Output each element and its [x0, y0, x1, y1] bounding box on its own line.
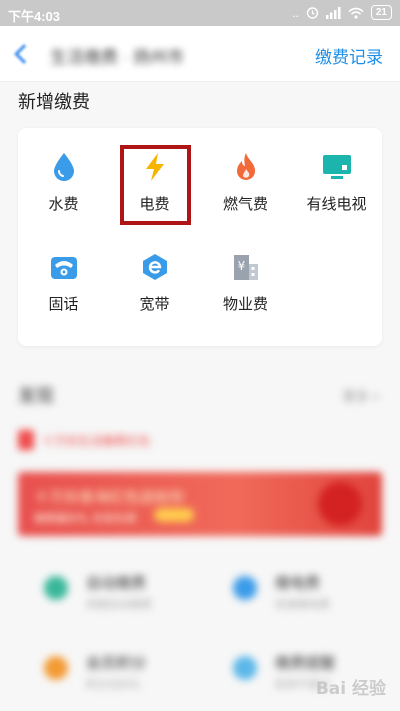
notification-dots: ..: [292, 5, 299, 20]
city-selector[interactable]: 生活缴费 · 扬州市: [50, 43, 184, 68]
landline-item[interactable]: 固话: [18, 252, 109, 314]
banner-subtitle: 缴费赢好礼 先到先得: [34, 513, 137, 525]
service-subtitle: 到期自动缴费: [86, 599, 152, 611]
gas-fee-item[interactable]: 燃气费: [200, 152, 291, 214]
cable-tv-item[interactable]: 有线电视: [291, 152, 382, 214]
service-subtitle: 快速缴电费: [275, 599, 330, 611]
water-drop-icon: [49, 152, 79, 182]
service-icon: [44, 576, 68, 600]
status-icons: .. 21: [292, 5, 392, 20]
blurred-discover-section: 发现 更多 > 十万份生活缴费红包 十万份查询红包送给你 缴费赢好礼 先到先得 …: [0, 360, 400, 711]
broadband-item[interactable]: 宽带: [109, 252, 200, 314]
more-link[interactable]: 更多 >: [343, 386, 380, 405]
signal-icon: [325, 6, 341, 19]
water-fee-item[interactable]: 水费: [18, 152, 109, 214]
service-icon: [233, 656, 257, 680]
item-label: 燃气费: [222, 196, 268, 213]
svg-text:¥: ¥: [237, 259, 245, 273]
baidu-jingyan-watermark: Bai 经验: [315, 679, 386, 699]
back-arrow-icon[interactable]: [14, 43, 26, 63]
item-label: 水费: [48, 196, 79, 213]
discover-title: 发现: [18, 386, 54, 406]
flame-icon: [231, 152, 261, 182]
service-card[interactable]: 缴电费 快速缴电费: [207, 560, 382, 620]
service-name: 缴费提醒: [275, 655, 336, 672]
highlight-frame: [120, 145, 191, 225]
page-header: 生活缴费 · 扬州市 缴费记录: [0, 26, 400, 82]
banner-title: 十万份查询红包送给你: [34, 489, 185, 506]
promo-banner[interactable]: 十万份查询红包送给你 缴费赢好礼 先到先得: [18, 472, 382, 536]
telephone-icon: [49, 252, 79, 282]
item-label: 固话: [48, 296, 79, 313]
status-bar: 下午4:03 .. 21: [0, 0, 400, 26]
status-time: 下午4:03: [8, 9, 61, 24]
tip-text[interactable]: 十万份生活缴费红包: [42, 432, 150, 449]
property-fee-item[interactable]: ¥ 物业费: [200, 252, 291, 314]
service-subtitle: 积分兑好礼: [86, 679, 141, 691]
red-envelope-icon: [318, 482, 362, 526]
service-icon: [233, 576, 257, 600]
banner-button: [154, 508, 194, 522]
service-card[interactable]: 自动缴费 到期自动缴费: [18, 560, 193, 620]
payment-records-link[interactable]: 缴费记录: [315, 43, 383, 68]
payment-types-card: 水费 电费 燃气费 有线电视 固话 宽带 ¥ 物业费: [18, 128, 382, 346]
service-name: 自动缴费: [86, 575, 147, 592]
property-building-icon: ¥: [231, 252, 261, 282]
item-label: 物业费: [222, 296, 268, 313]
tip-icon: [18, 430, 34, 450]
broadband-icon: [140, 252, 170, 282]
tv-icon: [322, 152, 352, 182]
service-icon: [44, 656, 68, 680]
item-label: 有线电视: [306, 196, 367, 213]
battery-icon: 21: [370, 5, 392, 20]
item-label: 宽带: [139, 296, 170, 313]
service-name: 缴电费: [275, 575, 321, 592]
section-title: 新增缴费: [18, 92, 90, 112]
wifi-icon: [348, 7, 364, 19]
alarm-icon: [306, 7, 319, 19]
service-name: 会员积分: [86, 655, 147, 672]
service-card[interactable]: 会员积分 积分兑好礼: [18, 640, 193, 700]
